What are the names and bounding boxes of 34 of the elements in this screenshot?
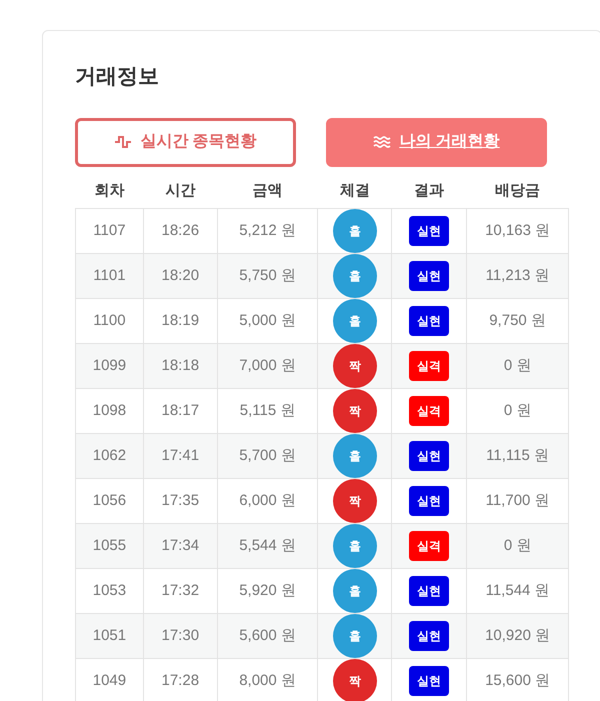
fill-badge: 홀 (332, 254, 377, 298)
column-header: 금액 (217, 178, 318, 208)
column-header: 결과 (392, 178, 467, 208)
result-badge: 실현 (409, 621, 450, 651)
column-header: 시간 (143, 178, 218, 208)
result-badge: 실격 (409, 531, 450, 561)
column-header: 배당금 (466, 178, 568, 208)
pulse-icon (114, 135, 132, 149)
section-title: 거래정보 (75, 64, 160, 90)
result-badge: 실격 (409, 396, 450, 426)
result-badge: 실현 (409, 216, 450, 246)
fill-badge: 홀 (332, 299, 377, 343)
fill-badge: 짝 (332, 659, 377, 701)
column-header: 회차 (76, 178, 144, 208)
result-badge: 실격 (409, 351, 450, 381)
fill-badge: 짝 (332, 479, 377, 523)
result-badge: 실현 (409, 576, 450, 606)
fill-badge: 홀 (332, 434, 377, 478)
column-header: 체결 (318, 178, 392, 208)
result-badge: 실현 (409, 486, 450, 516)
result-badge: 실현 (409, 666, 450, 696)
fill-badge: 홀 (332, 209, 377, 253)
result-badge: 실현 (409, 306, 450, 336)
fill-badge: 홀 (332, 569, 377, 613)
result-badge: 실현 (409, 261, 450, 291)
fill-badge: 짝 (332, 344, 377, 388)
table-cell: 1049 (76, 658, 144, 701)
table-cell: 1107 (76, 208, 144, 254)
waves-icon (373, 135, 392, 149)
tab-button[interactable]: 실시간 종목현황 (75, 118, 296, 166)
result-badge: 실현 (409, 441, 450, 471)
fill-badge: 홀 (332, 614, 377, 658)
fill-badge: 짝 (332, 389, 377, 433)
fill-badge: 홀 (332, 524, 377, 568)
